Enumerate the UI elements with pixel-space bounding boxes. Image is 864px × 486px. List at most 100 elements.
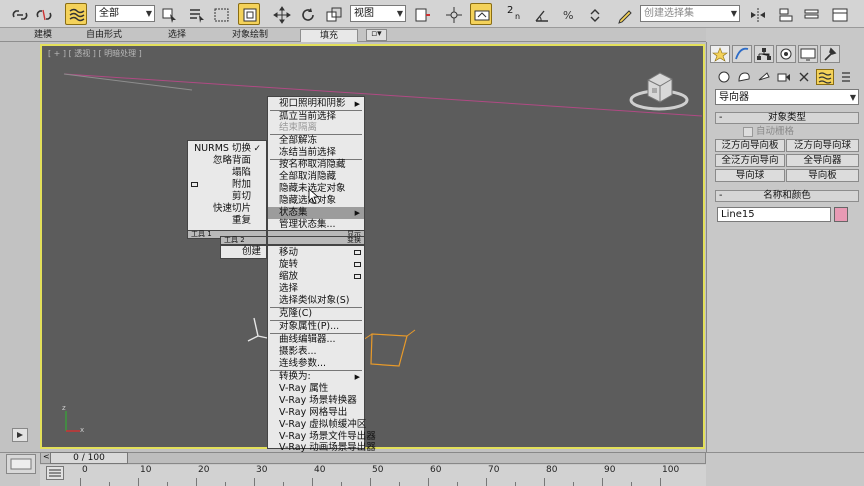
helpers-category-icon[interactable]: [795, 69, 813, 85]
systems-category-icon[interactable]: [837, 69, 855, 85]
menu-item-cut[interactable]: 剪切: [188, 191, 266, 203]
menu-item-vray-frame-buffer[interactable]: V-Ray 虚拟帧缓冲区: [268, 419, 366, 431]
menu-item-select[interactable]: 选择: [268, 283, 364, 295]
menu-item-collapse[interactable]: 塌陷: [188, 167, 266, 179]
object-name-field[interactable]: Line15: [717, 207, 831, 222]
sphere-deflector-button[interactable]: 导向球: [715, 169, 785, 182]
keyboard-shortcut-override-icon[interactable]: [470, 3, 492, 25]
tab-object-paint[interactable]: 对象绘制: [228, 29, 272, 41]
spinner-snap-icon[interactable]: [584, 3, 606, 25]
geometry-category-icon[interactable]: [715, 69, 733, 85]
settings-box-icon[interactable]: [354, 262, 361, 267]
utilities-tab-icon[interactable]: [820, 45, 840, 63]
menu-item-unhide-all[interactable]: 全部取消隐藏: [268, 171, 364, 183]
menu-item-select-similar[interactable]: 选择类似对象(S): [268, 295, 364, 307]
menu-item-attach[interactable]: 附加: [188, 179, 266, 191]
reference-coordinate-dropdown[interactable]: 视图 ▼: [350, 5, 406, 22]
shapes-category-icon[interactable]: [735, 69, 753, 85]
percent-snap-icon[interactable]: %: [557, 3, 579, 25]
perspective-viewport[interactable]: [ + ] [ 透视 ] [ 明暗处理 ] z x NURMS 切换 ✓ 忽略背…: [40, 44, 705, 453]
autogrid-checkbox[interactable]: [743, 126, 753, 137]
menu-item-vray-properties[interactable]: V-Ray 属性: [268, 383, 364, 395]
menu-item-ignore-backfacing[interactable]: 忽略背面: [188, 155, 266, 167]
settings-box-icon[interactable]: [354, 250, 361, 255]
menu-item-viewport-lighting[interactable]: 视口照明和阴影 ▶: [268, 98, 364, 110]
ribbon-options-button[interactable]: ▫▾: [366, 29, 387, 41]
object-type-rollout-header[interactable]: - 对象类型: [715, 112, 859, 124]
menu-item-vray-scene-converter[interactable]: V-Ray 场景转换器: [268, 395, 364, 407]
named-selection-input[interactable]: 创建选择集 ▼: [640, 5, 740, 22]
rect-region-icon[interactable]: [210, 3, 232, 25]
menu-item-vray-mesh-export[interactable]: V-Ray 网格导出: [268, 407, 364, 419]
menu-item-state-sets[interactable]: 状态集 ▶: [268, 207, 364, 219]
window-crossing-icon[interactable]: [238, 3, 260, 25]
modify-tab-icon[interactable]: [732, 45, 752, 63]
display-tab-icon[interactable]: [798, 45, 818, 63]
time-slider-thumb[interactable]: 0 / 100: [50, 452, 128, 464]
bind-spacewarp-icon[interactable]: [65, 3, 87, 25]
mini-listener-icon[interactable]: [6, 454, 36, 474]
cameras-category-icon[interactable]: [775, 69, 793, 85]
create-tab-icon[interactable]: [710, 45, 730, 63]
mirror-icon[interactable]: [746, 3, 768, 25]
menu-item-object-properties[interactable]: 对象属性(P)...: [268, 321, 364, 333]
viewcube-icon[interactable]: [626, 68, 692, 114]
tab-selection[interactable]: 选择: [164, 29, 190, 41]
motion-tab-icon[interactable]: [776, 45, 796, 63]
quad-tools2-menu: 创建: [220, 245, 267, 259]
menu-item-convert-to[interactable]: 转换为: ▶: [268, 371, 364, 383]
rotate-icon[interactable]: [296, 3, 318, 25]
link-icon[interactable]: [8, 3, 30, 25]
category-dropdown[interactable]: 导向器 ▼: [715, 89, 859, 105]
menu-item-create[interactable]: 创建: [221, 246, 266, 258]
menu-item-unhide-by-name[interactable]: 按名称取消隐藏: [268, 159, 364, 171]
menu-item-curve-editor[interactable]: 曲线编辑器...: [268, 334, 364, 346]
tab-modeling[interactable]: 建模: [30, 29, 56, 41]
angle-snap-icon[interactable]: [530, 3, 552, 25]
move-icon[interactable]: [270, 3, 292, 25]
object-color-swatch[interactable]: [834, 207, 848, 222]
timeline-tick-label: 0: [82, 465, 88, 475]
select-by-name-icon[interactable]: [185, 3, 207, 25]
menu-item-rotate[interactable]: 旋转: [268, 259, 364, 271]
select-manipulate-icon[interactable]: [442, 3, 464, 25]
settings-box-icon[interactable]: [354, 274, 361, 279]
align-icon[interactable]: [774, 3, 796, 25]
menu-item-clone[interactable]: 克隆(C): [268, 308, 364, 320]
edit-named-selection-icon[interactable]: [614, 3, 636, 25]
menu-item-wire-parameters[interactable]: 连线参数...: [268, 358, 364, 370]
open-mini-curve-editor-icon[interactable]: [46, 466, 64, 480]
select-object-icon[interactable]: [158, 3, 180, 25]
name-color-rollout-header[interactable]: - 名称和颜色: [715, 190, 859, 202]
hierarchy-tab-icon[interactable]: [754, 45, 774, 63]
plane-deflector-button[interactable]: 导向板: [786, 169, 859, 182]
menu-item-move[interactable]: 移动: [268, 247, 364, 259]
pomnidirect-button[interactable]: 泛方向导向板: [715, 139, 785, 152]
graphite-ribbon-icon[interactable]: [828, 3, 850, 25]
menu-item-nurms-toggle[interactable]: NURMS 切换 ✓: [188, 143, 266, 155]
lights-category-icon[interactable]: [755, 69, 773, 85]
scale-icon[interactable]: [322, 3, 344, 25]
layer-manager-icon[interactable]: [800, 3, 822, 25]
pivot-icon[interactable]: [410, 3, 432, 25]
unlink-icon[interactable]: [32, 3, 54, 25]
udeflector-button[interactable]: 全导向器: [786, 154, 859, 167]
menu-item-freeze-selection[interactable]: 冻结当前选择: [268, 147, 364, 159]
sdeflector-button[interactable]: 泛方向导向球: [786, 139, 859, 152]
viewport-layout-tab[interactable]: [12, 428, 28, 442]
tab-freeform[interactable]: 自由形式: [82, 29, 126, 41]
tab-populate[interactable]: 填充: [300, 29, 358, 42]
uomnidirect-button[interactable]: 全泛方向导向: [715, 154, 785, 167]
slider-left-arrow-icon[interactable]: <: [43, 452, 50, 461]
spacewarps-category-icon[interactable]: [816, 69, 834, 85]
settings-box-icon[interactable]: [191, 182, 198, 187]
menu-item-quickslice[interactable]: 快速切片: [188, 203, 266, 215]
time-slider-track[interactable]: <: [40, 452, 706, 464]
menu-item-unfreeze-all[interactable]: 全部解冻: [268, 135, 364, 147]
snap-icon[interactable]: 2 n: [503, 3, 525, 25]
selection-filter-dropdown[interactable]: 全部 ▼: [95, 5, 155, 22]
menu-item-repeat[interactable]: 重复: [188, 215, 266, 227]
menu-item-scale[interactable]: 缩放: [268, 271, 364, 283]
menu-item-dope-sheet[interactable]: 摄影表...: [268, 346, 364, 358]
autogrid-checkbox-row[interactable]: 自动栅格: [743, 126, 853, 138]
